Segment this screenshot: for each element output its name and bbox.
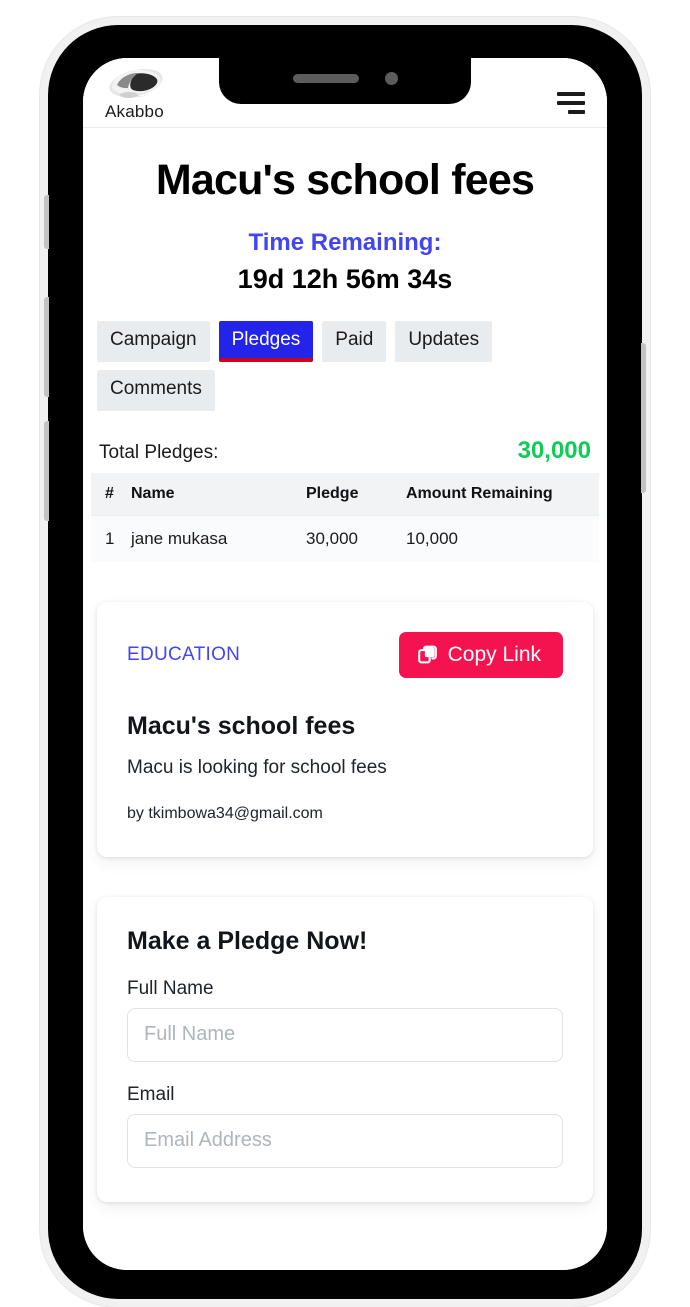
page-scroll-area[interactable]: Macu's school fees Time Remaining: 19d 1…	[83, 128, 607, 1270]
cell-amount-remaining: 10,000	[406, 528, 458, 548]
tab-comments[interactable]: Comments	[97, 369, 215, 411]
campaign-card-header: EDUCATION Copy Link	[127, 631, 563, 678]
volume-down-button[interactable]	[44, 421, 49, 521]
earpiece-speaker-icon	[292, 73, 359, 83]
table-row: 1 jane mukasa 30,000 10,000	[91, 515, 599, 562]
campaign-summary-card: EDUCATION Copy Link Macu's school fees M…	[97, 601, 593, 857]
campaign-card-title: Macu's school fees	[127, 711, 356, 740]
pledges-table: # Name Pledge Amount Remaining 1 jane mu…	[83, 472, 607, 562]
column-header-pledge: Pledge	[306, 484, 359, 502]
email-input[interactable]	[127, 1113, 563, 1168]
column-header-amount-remaining: Amount Remaining	[406, 484, 553, 502]
total-pledges-row: Total Pledges: 30,000	[83, 411, 607, 473]
pledge-form-card: Make a Pledge Now! Full Name Email	[97, 896, 593, 1202]
phone-body: Akabbo Macu's school fees Time Remaining…	[44, 25, 646, 1299]
time-remaining-label: Time Remaining:	[248, 229, 442, 256]
total-pledges-label: Total Pledges:	[99, 441, 219, 463]
phone-notch	[219, 58, 471, 104]
front-camera-icon	[384, 71, 398, 85]
table-header-row: # Name Pledge Amount Remaining	[91, 472, 599, 515]
brand-name: Akabbo	[105, 102, 164, 121]
full-name-label: Full Name	[127, 977, 214, 999]
cell-name: jane mukasa	[131, 528, 228, 548]
volume-up-button[interactable]	[44, 297, 49, 397]
email-label: Email	[127, 1083, 175, 1105]
tab-pledges[interactable]: Pledges	[218, 321, 314, 362]
campaign-card-author: by tkimbowa34@gmail.com	[127, 804, 323, 822]
category-label: EDUCATION	[127, 643, 241, 665]
tab-paid[interactable]: Paid	[322, 321, 387, 362]
time-remaining-countdown: 19d 12h 56m 34s	[237, 264, 453, 294]
silent-switch-button[interactable]	[44, 195, 49, 249]
form-group-email: Email	[127, 1084, 563, 1168]
total-pledges-value: 30,000	[517, 436, 591, 464]
phone-mockup: Akabbo Macu's school fees Time Remaining…	[40, 17, 650, 1307]
akabbo-basket-logo-icon	[109, 68, 163, 98]
hamburger-menu-icon[interactable]	[555, 92, 585, 114]
campaign-card-description: Macu is looking for school fees	[127, 756, 387, 778]
form-group-full-name: Full Name	[127, 978, 563, 1062]
page-title: Macu's school fees	[155, 156, 535, 204]
column-header-name: Name	[131, 484, 175, 502]
phone-screen: Akabbo Macu's school fees Time Remaining…	[83, 58, 607, 1270]
brand-logo-link[interactable]: Akabbo	[105, 64, 167, 122]
cell-number: 1	[105, 528, 115, 548]
column-header-number: #	[105, 484, 114, 502]
tab-campaign[interactable]: Campaign	[97, 321, 210, 362]
copy-link-label: Copy Link	[447, 642, 541, 666]
tab-bar: Campaign Pledges Paid Updates Comments	[83, 295, 607, 411]
copy-icon	[417, 645, 437, 664]
tab-updates[interactable]: Updates	[395, 321, 493, 362]
cell-pledge: 30,000	[306, 528, 358, 548]
pledge-form-title: Make a Pledge Now!	[127, 926, 368, 955]
full-name-input[interactable]	[127, 1007, 563, 1062]
power-button[interactable]	[641, 343, 646, 493]
app-viewport: Akabbo Macu's school fees Time Remaining…	[83, 58, 607, 1270]
copy-link-button[interactable]: Copy Link	[398, 631, 563, 678]
